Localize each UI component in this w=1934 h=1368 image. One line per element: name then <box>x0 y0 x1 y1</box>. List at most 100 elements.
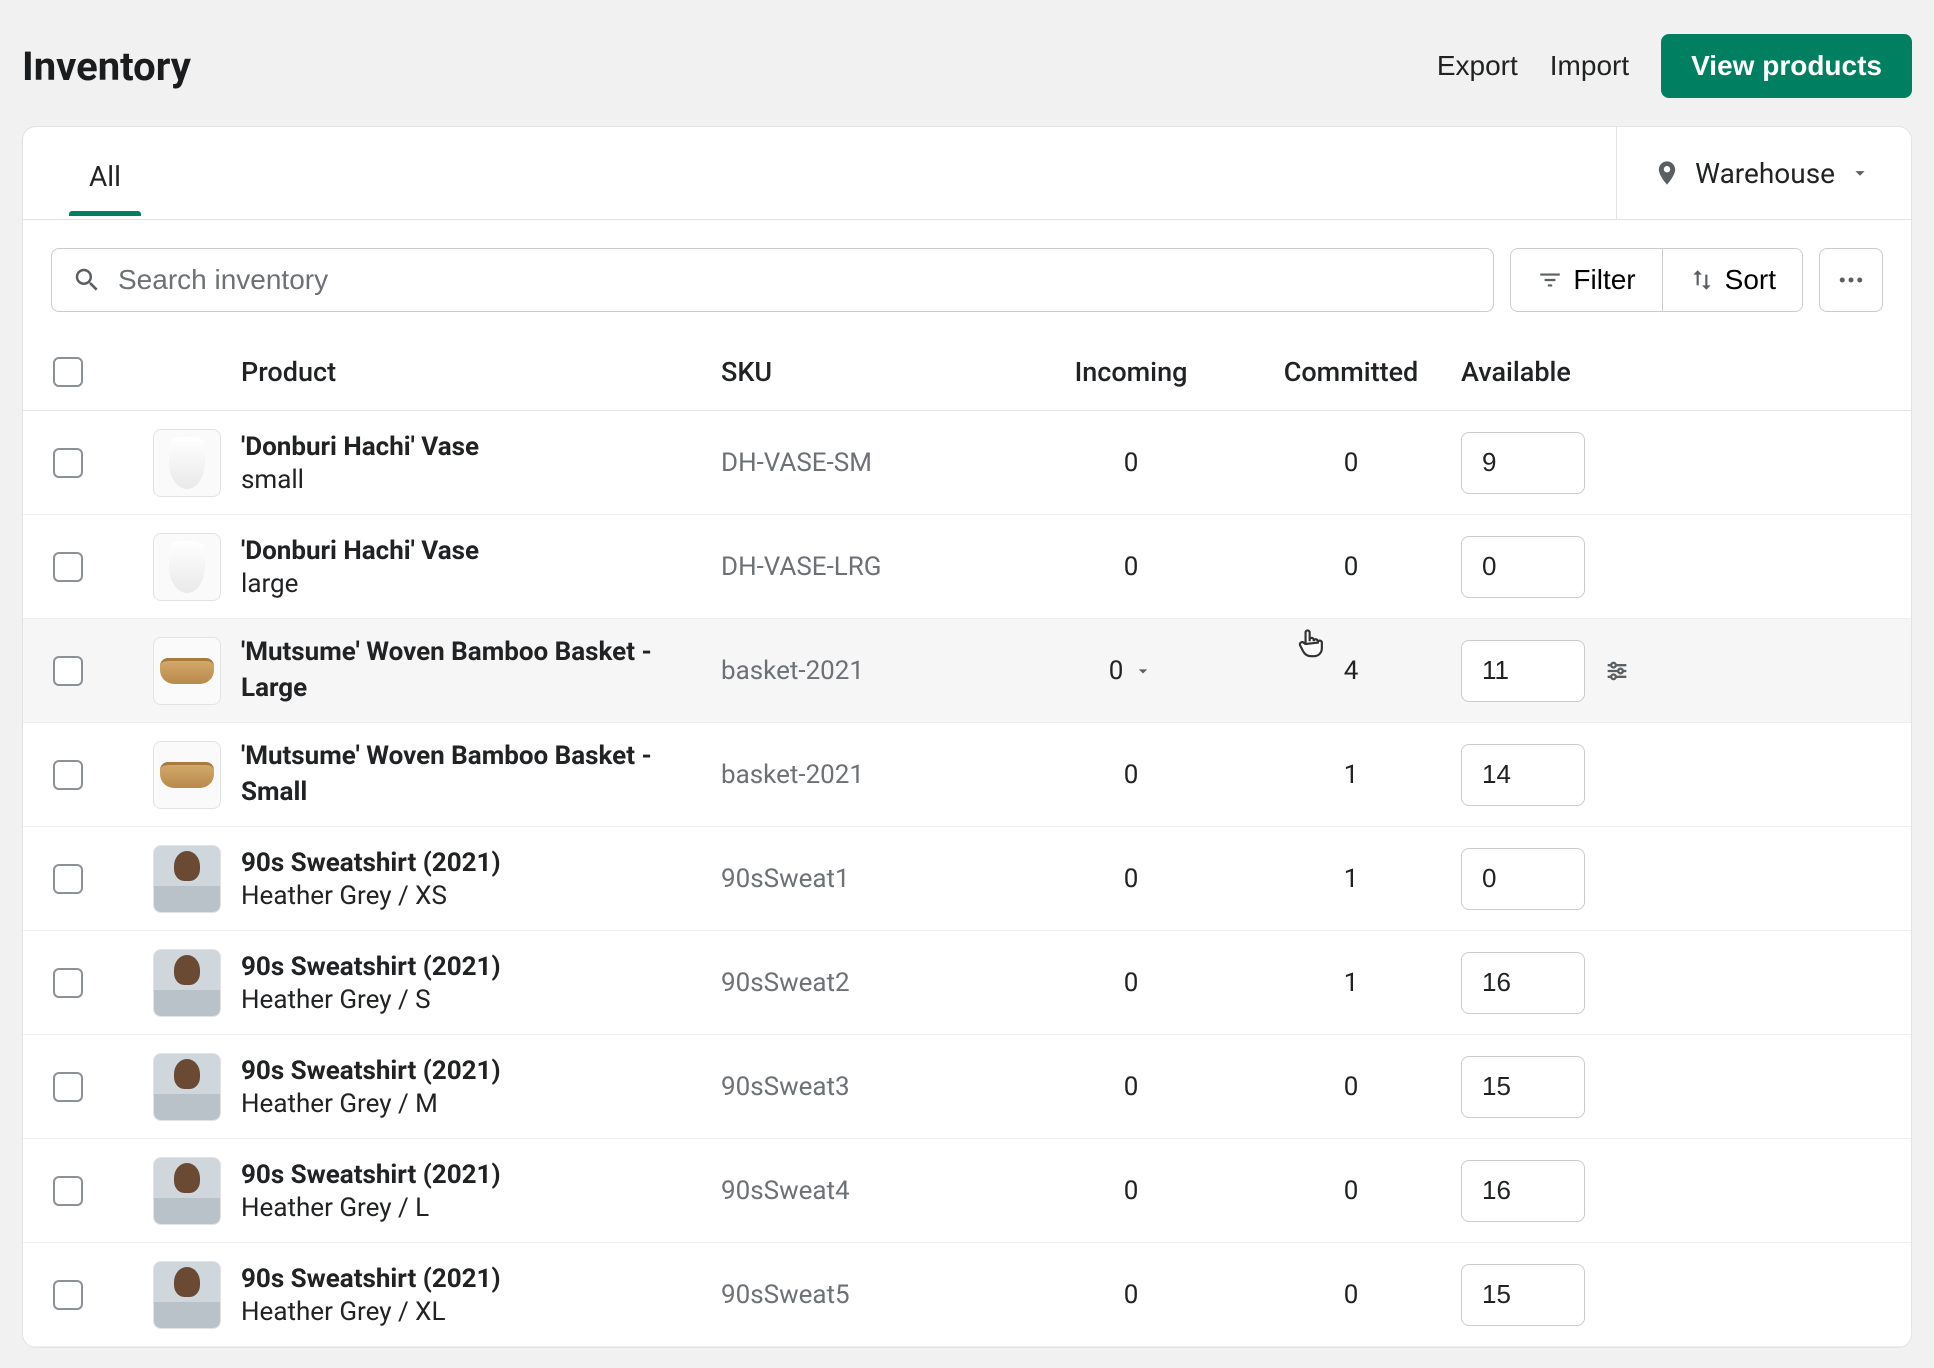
sort-icon <box>1689 267 1715 293</box>
col-sku: SKU <box>721 356 1021 388</box>
col-committed: Committed <box>1241 356 1461 388</box>
search-icon <box>72 265 102 295</box>
product-variant: Heather Grey / S <box>241 985 721 1015</box>
incoming-cell: 0 <box>1021 448 1241 478</box>
product-variant: Heather Grey / M <box>241 1089 721 1119</box>
table-row[interactable]: 'Donburi Hachi' VaselargeDH-VASE-LRG00 <box>23 515 1911 619</box>
committed-cell: 4 <box>1241 656 1461 686</box>
committed-cell: 1 <box>1241 864 1461 894</box>
incoming-cell: 0 <box>1021 760 1241 790</box>
sort-button[interactable]: Sort <box>1662 249 1802 311</box>
available-input[interactable] <box>1461 536 1585 598</box>
available-input[interactable] <box>1461 1264 1585 1326</box>
row-checkbox[interactable] <box>53 1176 83 1206</box>
available-input[interactable] <box>1461 1056 1585 1118</box>
table-row[interactable]: 90s Sweatshirt (2021)Heather Grey / M90s… <box>23 1035 1911 1139</box>
available-input[interactable] <box>1461 848 1585 910</box>
available-input[interactable] <box>1461 952 1585 1014</box>
product-thumbnail <box>153 1261 221 1329</box>
committed-cell: 0 <box>1241 1176 1461 1206</box>
row-checkbox[interactable] <box>53 1072 83 1102</box>
row-checkbox[interactable] <box>53 760 83 790</box>
table-row[interactable]: 'Donburi Hachi' VasesmallDH-VASE-SM00 <box>23 411 1911 515</box>
export-button[interactable]: Export <box>1437 50 1518 82</box>
location-pin-icon <box>1653 159 1681 187</box>
search-wrap[interactable] <box>51 248 1494 312</box>
more-horizontal-icon <box>1836 265 1866 295</box>
more-actions-button[interactable] <box>1819 248 1883 312</box>
chevron-down-icon <box>1849 162 1871 184</box>
row-checkbox[interactable] <box>53 864 83 894</box>
row-checkbox[interactable] <box>53 1280 83 1310</box>
incoming-cell: 0 <box>1021 1072 1241 1102</box>
location-picker[interactable]: Warehouse <box>1616 127 1911 219</box>
row-checkbox[interactable] <box>53 968 83 998</box>
inventory-table: Product SKU Incoming Committed Available… <box>23 336 1911 1347</box>
incoming-cell: 0 <box>1021 864 1241 894</box>
product-thumbnail <box>153 1053 221 1121</box>
product-variant: small <box>241 465 721 495</box>
product-thumbnail <box>153 637 221 705</box>
product-variant: Heather Grey / L <box>241 1193 721 1223</box>
sort-label: Sort <box>1725 264 1776 296</box>
product-name: 90s Sweatshirt (2021) <box>241 1158 721 1193</box>
row-checkbox[interactable] <box>53 448 83 478</box>
committed-cell: 1 <box>1241 760 1461 790</box>
page-title: Inventory <box>22 43 191 90</box>
product-thumbnail <box>153 741 221 809</box>
product-name: 'Donburi Hachi' Vase <box>241 534 721 569</box>
sku-cell: 90sSweat5 <box>721 1280 1021 1310</box>
incoming-cell[interactable]: 0 <box>1021 656 1241 686</box>
product-variant: Heather Grey / XS <box>241 881 721 911</box>
tab-all[interactable]: All <box>67 132 143 215</box>
table-row[interactable]: 90s Sweatshirt (2021)Heather Grey / XS90… <box>23 827 1911 931</box>
product-thumbnail <box>153 1157 221 1225</box>
chevron-down-icon <box>1133 661 1153 681</box>
incoming-cell: 0 <box>1021 552 1241 582</box>
table-row[interactable]: 'Mutsume' Woven Bamboo Basket - Largebas… <box>23 619 1911 723</box>
col-available: Available <box>1461 356 1881 388</box>
committed-cell: 0 <box>1241 448 1461 478</box>
product-thumbnail <box>153 845 221 913</box>
location-label: Warehouse <box>1695 157 1835 190</box>
committed-cell: 0 <box>1241 1072 1461 1102</box>
table-header: Product SKU Incoming Committed Available <box>23 336 1911 411</box>
col-product: Product <box>241 356 721 388</box>
incoming-cell: 0 <box>1021 1280 1241 1310</box>
table-row[interactable]: 90s Sweatshirt (2021)Heather Grey / XL90… <box>23 1243 1911 1347</box>
filter-button[interactable]: Filter <box>1511 249 1661 311</box>
tabs: All <box>23 132 143 215</box>
product-name: 'Mutsume' Woven Bamboo Basket - Small <box>241 739 721 809</box>
table-row[interactable]: 90s Sweatshirt (2021)Heather Grey / L90s… <box>23 1139 1911 1243</box>
sku-cell: DH-VASE-SM <box>721 448 1021 478</box>
row-checkbox[interactable] <box>53 656 83 686</box>
available-input[interactable] <box>1461 640 1585 702</box>
committed-cell: 1 <box>1241 968 1461 998</box>
sku-cell: DH-VASE-LRG <box>721 552 1021 582</box>
header-actions: Export Import View products <box>1437 34 1912 98</box>
available-input[interactable] <box>1461 432 1585 494</box>
search-input[interactable] <box>118 264 1473 296</box>
table-body: 'Donburi Hachi' VasesmallDH-VASE-SM00'Do… <box>23 411 1911 1347</box>
available-input[interactable] <box>1461 744 1585 806</box>
table-row[interactable]: 'Mutsume' Woven Bamboo Basket - Smallbas… <box>23 723 1911 827</box>
product-name: 'Mutsume' Woven Bamboo Basket - Large <box>241 635 721 705</box>
sku-cell: basket-2021 <box>721 656 1021 686</box>
select-all-checkbox[interactable] <box>53 357 83 387</box>
sku-cell: basket-2021 <box>721 760 1021 790</box>
sku-cell: 90sSweat2 <box>721 968 1021 998</box>
inventory-card: All Warehouse <box>22 126 1912 1348</box>
product-thumbnail <box>153 533 221 601</box>
table-row[interactable]: 90s Sweatshirt (2021)Heather Grey / S90s… <box>23 931 1911 1035</box>
sku-cell: 90sSweat4 <box>721 1176 1021 1206</box>
product-variant: large <box>241 569 721 599</box>
tabs-row: All Warehouse <box>23 127 1911 220</box>
available-input[interactable] <box>1461 1160 1585 1222</box>
view-products-button[interactable]: View products <box>1661 34 1912 98</box>
row-checkbox[interactable] <box>53 552 83 582</box>
incoming-cell: 0 <box>1021 968 1241 998</box>
product-name: 'Donburi Hachi' Vase <box>241 430 721 465</box>
adjust-icon[interactable] <box>1603 657 1631 685</box>
import-button[interactable]: Import <box>1550 50 1629 82</box>
product-name: 90s Sweatshirt (2021) <box>241 950 721 985</box>
